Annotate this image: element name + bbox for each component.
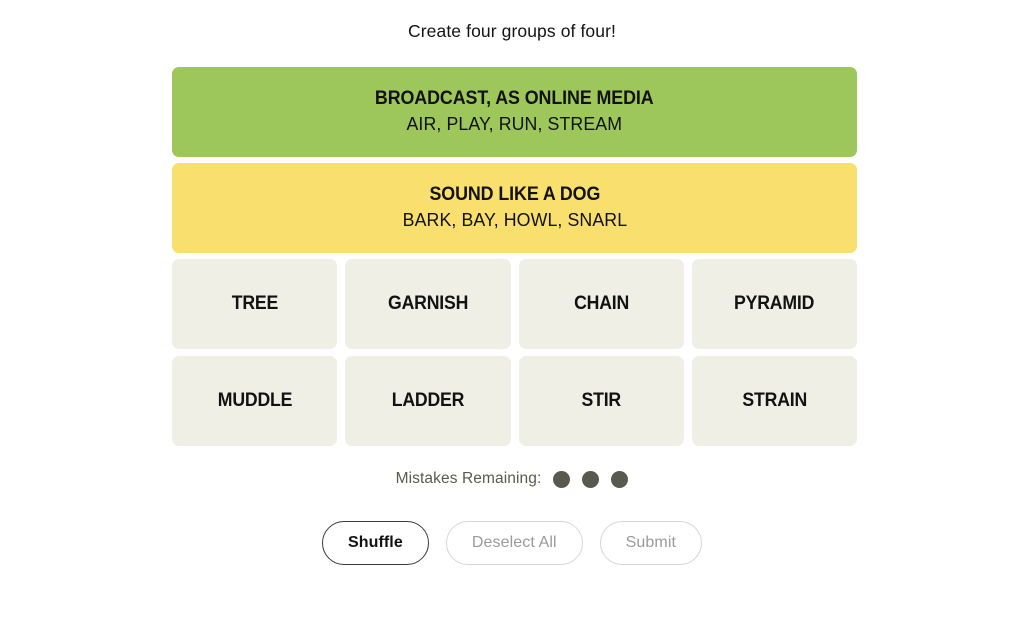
tile-label: MUDDLE <box>217 390 292 411</box>
mistakes-remaining-label: Mistakes Remaining: <box>395 470 542 487</box>
tile-label: TREE <box>231 293 278 314</box>
mistake-dot-icon <box>553 470 571 488</box>
mistake-dots <box>553 470 629 488</box>
solved-group-title: BROADCAST, AS ONLINE MEDIA <box>375 88 654 109</box>
word-tile-garnish[interactable]: GARNISH <box>345 259 511 349</box>
tile-label: PYRAMID <box>734 293 815 314</box>
solved-group-green: BROADCAST, AS ONLINE MEDIA AIR, PLAY, RU… <box>172 67 857 157</box>
solved-group-yellow: SOUND LIKE A DOG BARK, BAY, HOWL, SNARL <box>172 163 857 253</box>
shuffle-button[interactable]: Shuffle <box>321 521 429 565</box>
mistake-dot-icon <box>611 470 629 488</box>
word-tile-ladder[interactable]: LADDER <box>345 356 511 446</box>
solved-group-title: SOUND LIKE A DOG <box>429 184 600 205</box>
tile-row: TREE GARNISH CHAIN PYRAMID <box>172 259 857 349</box>
tile-label: CHAIN <box>573 293 629 314</box>
deselect-all-button[interactable]: Deselect All <box>445 521 583 565</box>
solved-group-members: AIR, PLAY, RUN, STREAM <box>406 113 623 134</box>
mistakes-remaining: Mistakes Remaining: <box>0 470 1024 488</box>
page-title: Create four groups of four! <box>408 21 616 41</box>
game-board: BROADCAST, AS ONLINE MEDIA AIR, PLAY, RU… <box>172 67 857 453</box>
tile-row: MUDDLE LADDER STIR STRAIN <box>172 356 857 446</box>
submit-button[interactable]: Submit <box>599 521 703 565</box>
word-tile-pyramid[interactable]: PYRAMID <box>691 259 857 349</box>
word-tile-strain[interactable]: STRAIN <box>691 356 857 446</box>
word-tile-muddle[interactable]: MUDDLE <box>172 356 338 446</box>
word-tile-tree[interactable]: TREE <box>172 259 338 349</box>
mistake-dot-icon <box>582 470 600 488</box>
word-tile-stir[interactable]: STIR <box>518 356 684 446</box>
tile-label: GARNISH <box>387 293 468 314</box>
action-buttons: Shuffle Deselect All Submit <box>0 521 1024 565</box>
solved-group-members: BARK, BAY, HOWL, SNARL <box>402 209 627 230</box>
word-tile-chain[interactable]: CHAIN <box>518 259 684 349</box>
connections-game: Create four groups of four! BROADCAST, A… <box>0 0 1024 623</box>
tile-label: STRAIN <box>742 390 807 411</box>
tile-label: STIR <box>581 390 621 411</box>
tile-label: LADDER <box>391 390 465 411</box>
